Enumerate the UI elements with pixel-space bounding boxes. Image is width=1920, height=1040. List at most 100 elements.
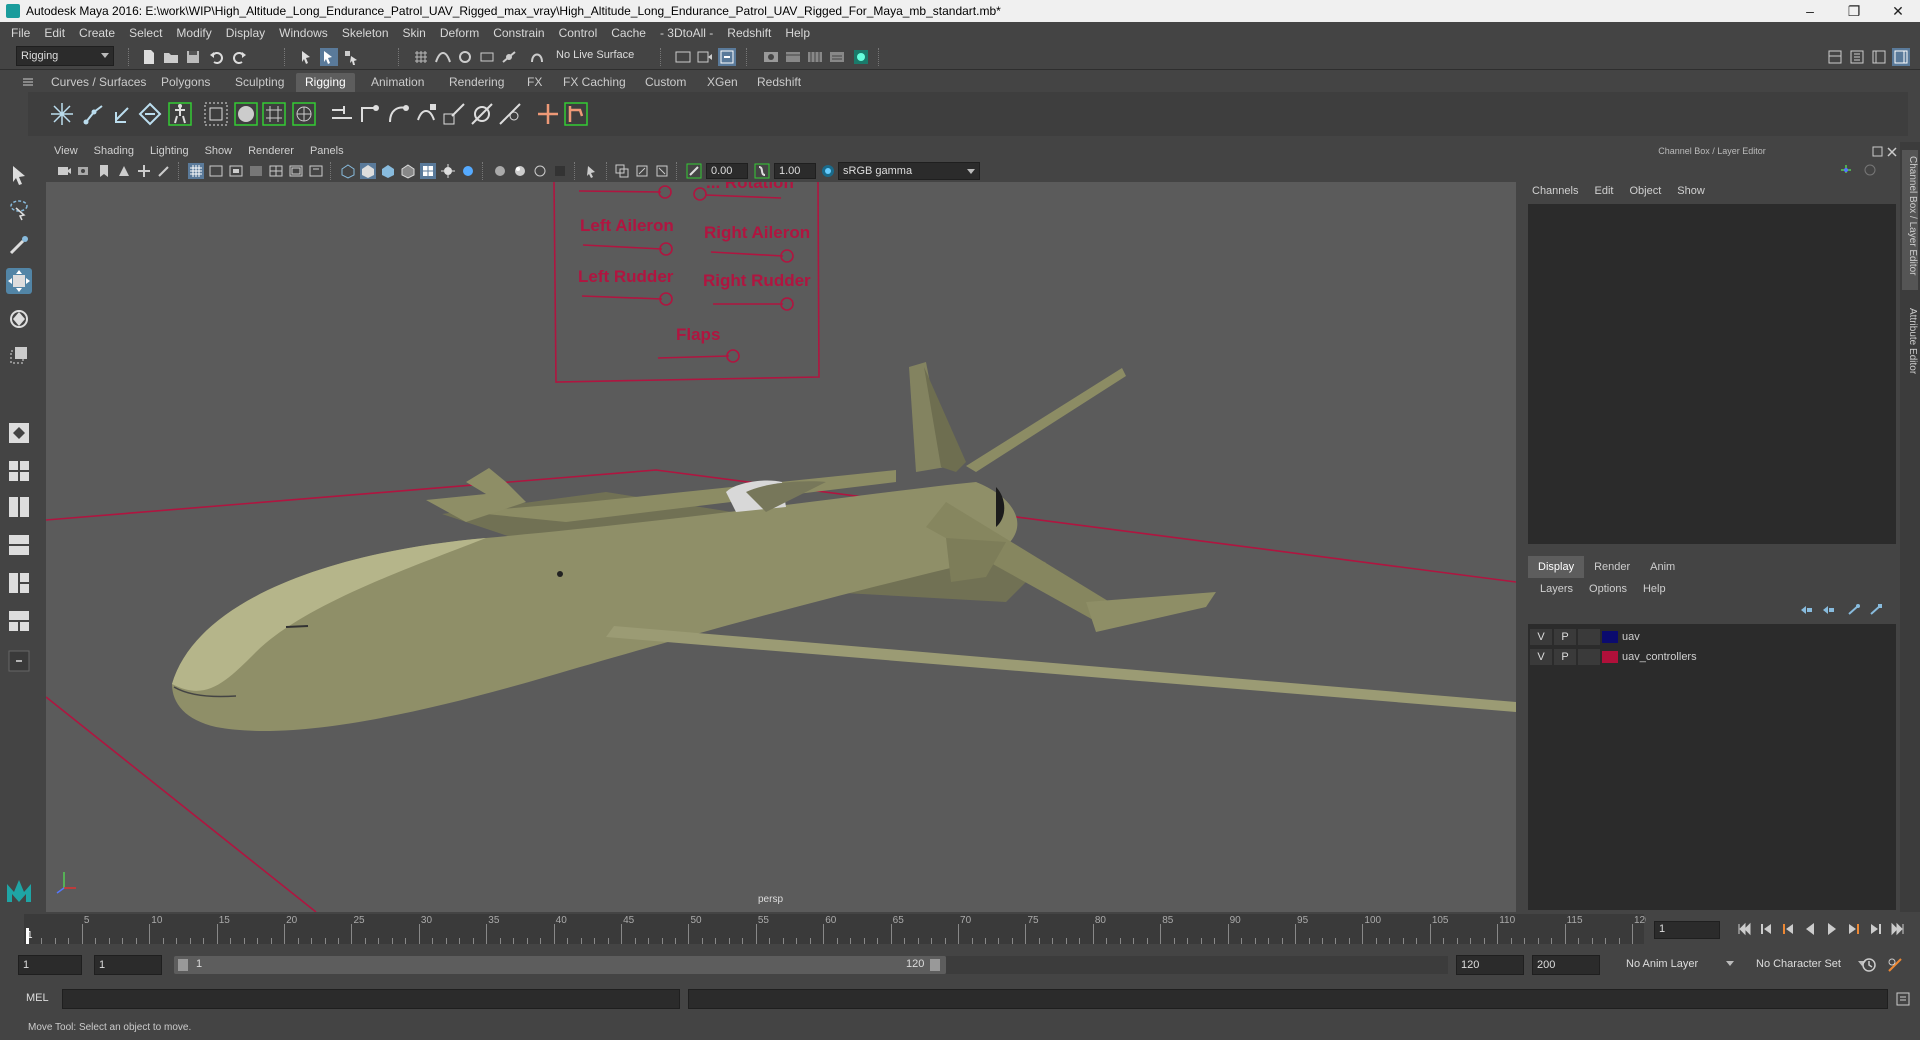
layer-row-uav[interactable]: V P uav (1530, 628, 1892, 646)
orient-constraint-icon[interactable] (384, 100, 412, 128)
modeling-toolkit-icon[interactable] (1826, 48, 1844, 66)
lattice-icon[interactable] (260, 100, 288, 128)
step-back-key-icon[interactable] (1780, 921, 1796, 937)
insert-joint-icon[interactable] (108, 100, 136, 128)
two-d-pan-zoom-icon[interactable] (136, 163, 152, 179)
grid-toggle-icon[interactable] (188, 163, 204, 179)
script-editor-icon[interactable] (1894, 990, 1912, 1008)
step-forward-key-icon[interactable] (1846, 921, 1862, 937)
play-forwards-icon[interactable] (1824, 921, 1840, 937)
scale-tool-icon[interactable] (6, 342, 32, 368)
paint-select-tool-icon[interactable] (6, 232, 32, 258)
menu-help[interactable]: Help (778, 26, 817, 40)
channel-box-menu-edit[interactable]: Edit (1586, 182, 1621, 200)
layer-tab-render[interactable]: Render (1584, 556, 1640, 578)
menu-redshift[interactable]: Redshift (720, 26, 778, 40)
open-scene-icon[interactable] (162, 48, 180, 66)
xray-components-icon[interactable] (654, 163, 670, 179)
command-input[interactable] (62, 989, 680, 1009)
anti-aliasing-icon[interactable] (532, 163, 548, 179)
aim-constraint-icon[interactable] (440, 100, 468, 128)
select-camera-icon[interactable] (56, 163, 72, 179)
scale-constraint-icon[interactable] (412, 100, 440, 128)
playback-start-field[interactable]: 1 (94, 955, 162, 975)
range-slider[interactable]: 1 120 (174, 956, 946, 974)
time-slider[interactable]: 5 10 15 20 25 30 35 40 45 50 55 60 65 70 75 80 85 90 95 100… (24, 914, 1651, 944)
layer-tab-display[interactable]: Display (1528, 556, 1585, 578)
shelf-tab-sculpting[interactable]: Sculpting (226, 73, 293, 92)
smooth-shade-icon[interactable] (360, 163, 376, 179)
viewport-menu-lighting[interactable]: Lighting (142, 145, 197, 157)
layer-menu-help[interactable]: Help (1635, 580, 1674, 598)
safe-title-icon[interactable] (308, 163, 324, 179)
grease-pencil-icon[interactable] (156, 163, 172, 179)
channel-box-toggle-icon[interactable] (1892, 48, 1910, 66)
save-scene-icon[interactable] (184, 48, 202, 66)
channel-box-area[interactable] (1528, 204, 1896, 544)
tool-settings-toggle-icon[interactable] (1870, 48, 1888, 66)
redo-icon[interactable] (230, 48, 248, 66)
command-language-label[interactable]: MEL (26, 992, 49, 1004)
shelf-tab-curves-surfaces[interactable]: Curves / Surfaces (42, 73, 155, 92)
select-object-icon[interactable] (320, 48, 338, 66)
layer-tab-anim[interactable]: Anim (1640, 556, 1685, 578)
layer-menu-layers[interactable]: Layers (1532, 580, 1581, 598)
step-back-frame-icon[interactable] (1758, 921, 1774, 937)
viewport-menu-show[interactable]: Show (197, 145, 241, 157)
xray-icon[interactable] (614, 163, 630, 179)
shelf-tab-fx-caching[interactable]: FX Caching (554, 73, 635, 92)
close-icon[interactable]: ✕ (1876, 0, 1920, 22)
shelf-tab-animation[interactable]: Animation (362, 73, 433, 92)
menu-select[interactable]: Select (122, 26, 169, 40)
default-material-icon[interactable] (380, 163, 396, 179)
menu-create[interactable]: Create (72, 26, 122, 40)
construction-history-icon[interactable] (696, 48, 714, 66)
channel-box-menu-show[interactable]: Show (1669, 182, 1713, 200)
wireframe-icon[interactable] (340, 163, 356, 179)
pole-vector-icon[interactable] (468, 100, 496, 128)
lasso-tool-icon[interactable] (6, 196, 32, 222)
single-pane-layout-icon[interactable] (6, 420, 32, 446)
camera-attributes-icon[interactable] (76, 163, 92, 179)
viewport-menu-renderer[interactable]: Renderer (240, 145, 302, 157)
hypershade-layout-icon[interactable] (6, 608, 32, 634)
attribute-editor-toggle-icon[interactable] (1848, 48, 1866, 66)
motion-blur-icon[interactable] (512, 163, 528, 179)
playback-end-field[interactable]: 120 (1456, 955, 1524, 975)
step-forward-frame-icon[interactable] (1868, 921, 1884, 937)
layer-visibility-toggle[interactable]: V (1530, 629, 1552, 645)
snap-point-icon[interactable] (456, 48, 474, 66)
layer-color-swatch[interactable] (1602, 651, 1618, 663)
safe-action-icon[interactable] (288, 163, 304, 179)
auto-key-icon[interactable] (1860, 956, 1878, 974)
bind-skin-icon[interactable] (202, 100, 230, 128)
new-scene-icon[interactable] (140, 48, 158, 66)
gamma-field[interactable]: 1.00 (774, 163, 816, 179)
rotate-tool-icon[interactable] (6, 306, 32, 332)
exposure-field[interactable]: 0.00 (706, 163, 748, 179)
menu-set-dropdown[interactable]: Rigging (16, 46, 114, 66)
range-start-handle[interactable] (178, 959, 188, 971)
menu-constrain[interactable]: Constrain (486, 26, 551, 40)
create-joints-icon[interactable] (80, 100, 108, 128)
viewport-persp[interactable]: ... Rotation Left Aileron Right Aileron … (46, 182, 1516, 912)
live-surface-field[interactable]: No Live Surface (552, 46, 646, 66)
menu-deform[interactable]: Deform (433, 26, 486, 40)
tangent-constraint-icon[interactable] (496, 100, 524, 128)
current-frame-field[interactable]: 1 (1654, 921, 1720, 939)
snap-grid-icon[interactable] (412, 48, 430, 66)
exposure-icon[interactable] (686, 163, 702, 179)
image-plane-icon[interactable] (116, 163, 132, 179)
render-settings-icon[interactable] (828, 48, 846, 66)
two-pane-layout-icon[interactable] (6, 494, 32, 520)
shelf-tab-polygons[interactable]: Polygons (152, 73, 219, 92)
gamma-icon[interactable] (754, 163, 770, 179)
view-transform-dropdown[interactable]: sRGB gamma (838, 162, 980, 180)
channel-box-menu-object[interactable]: Object (1621, 182, 1669, 200)
undo-icon[interactable] (208, 48, 226, 66)
restore-icon[interactable]: ❐ (1832, 0, 1876, 22)
menu-edit[interactable]: Edit (37, 26, 72, 40)
custom-layout-icon[interactable] (6, 648, 32, 674)
range-end-handle[interactable] (930, 959, 940, 971)
viewport-menu-panels[interactable]: Panels (302, 145, 352, 157)
